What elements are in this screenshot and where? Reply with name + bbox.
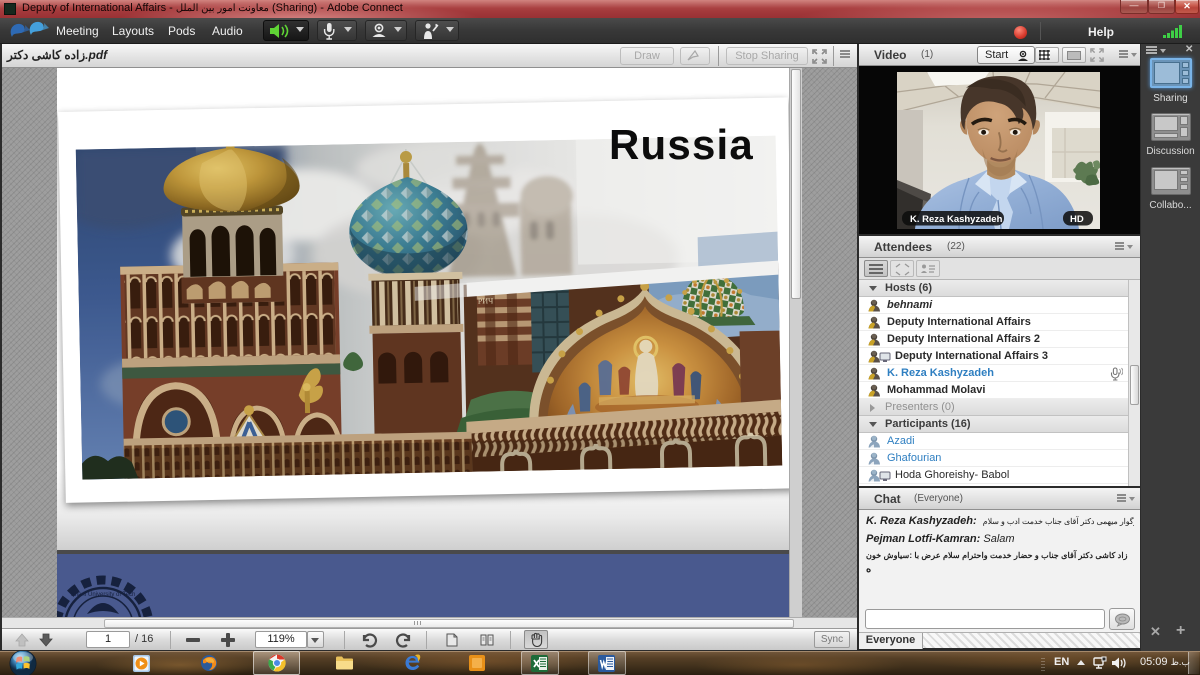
svg-text:РИЧ: РИЧ (478, 296, 494, 305)
svg-text:K. Reza Kashyzadeh: K. Reza Kashyzadeh (910, 214, 1003, 225)
svg-text:HD: HD (1070, 214, 1084, 225)
svg-text:Sharif University of Tech: Sharif University of Tech (71, 592, 136, 598)
